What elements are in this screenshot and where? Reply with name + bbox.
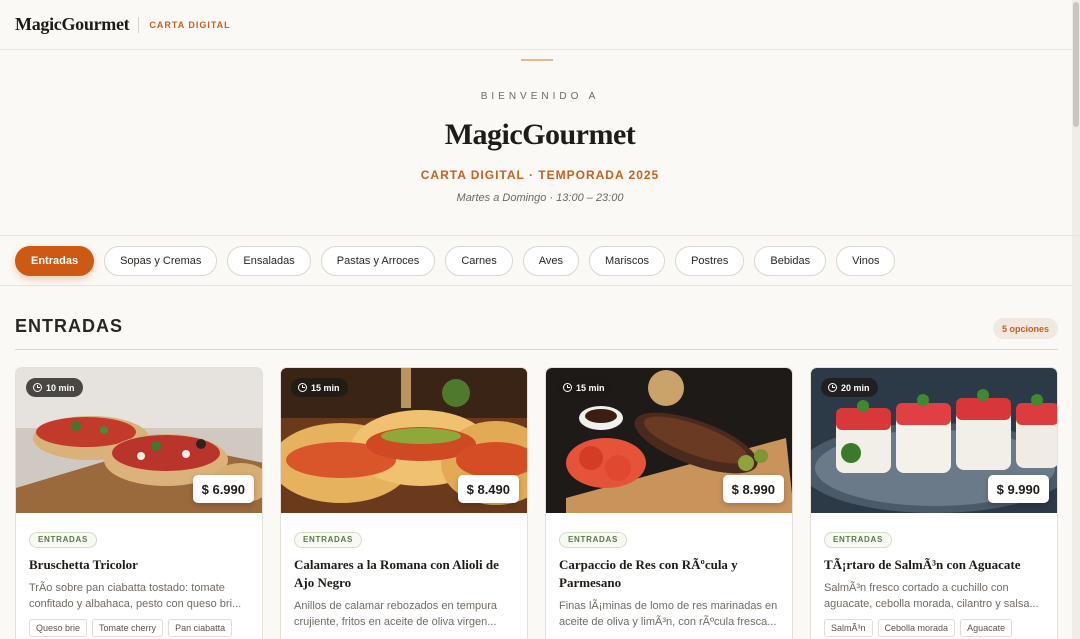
price-badge: $ 8.490 [457,475,519,503]
tab-pastas-y-arroces[interactable]: Pastas y Arroces [320,245,436,276]
hero-hours: Martes a Domingo · 13:00 – 23:00 [456,192,624,204]
prep-time-badge: 15 min [291,378,348,397]
clock-icon [298,383,307,392]
category-tag: ENTRADAS [29,532,98,548]
clock-icon [828,383,837,392]
section-title: ENTRADAS [15,316,124,336]
clock-icon [563,383,572,392]
dish-description: SalmÃ³n fresco cortado a cuchillo con ag… [824,582,1039,610]
prep-time: 15 min [576,382,605,393]
category-tag: ENTRADAS [824,532,893,548]
ingredient-chip: Tomate cherry [92,619,164,637]
dish-title: TÃ¡rtaro de SalmÃ³n con Aguacate [824,557,1021,572]
section-header: ENTRADAS 5 opciones [15,310,1058,350]
category-tag: ENTRADAS [294,532,363,548]
tab-bebidas[interactable]: Bebidas [754,245,827,276]
hero-accent-line [521,59,553,61]
brand-subtitle: CARTA DIGITAL [149,19,231,30]
brand-divider [138,16,140,33]
ingredient-chip: Aguacate [960,619,1013,637]
dish-description: Anillos de calamar rebozados en tempura … [294,600,498,628]
dish-grid: 10 min $ 6.990 ENTRADAS Bruschetta Trico… [15,367,1058,639]
dish-title: Bruschetta Tricolor [29,557,138,572]
hero: BIENVENIDO A MagicGourmet CARTA DIGITAL … [0,50,1080,236]
ingredient-chip: Cebolla morada [877,619,956,637]
prep-time: 20 min [841,382,870,393]
dish-card[interactable]: 10 min $ 6.990 ENTRADAS Bruschetta Trico… [15,367,263,639]
dish-card[interactable]: 15 min $ 8.490 ENTRADAS Calamares a la R… [280,367,528,639]
hero-title: MagicGourmet [444,118,636,151]
ingredient-chips: Queso brie Tomate cherry Pan ciabatta [29,619,249,637]
dish-description: Finas lÃ¡minas de lomo de res marinadas … [559,600,778,628]
tab-vinos[interactable]: Vinos [836,245,896,276]
price-badge: $ 6.990 [192,475,254,503]
price-badge: $ 9.990 [987,475,1049,503]
ingredient-chips: SalmÃ³n Cebolla morada Aguacate [824,619,1044,637]
tab-carnes[interactable]: Carnes [445,245,513,276]
tab-entradas[interactable]: Entradas [15,245,95,276]
tab-ensaladas[interactable]: Ensaladas [227,245,311,276]
dish-photo: 15 min $ 8.990 [546,368,792,513]
dish-title: Carpaccio de Res con RÃºcula y Parmesano [559,557,738,590]
dish-description: TrÃo sobre pan ciabatta tostado: tomate … [29,582,242,610]
ingredient-chip: SalmÃ³n [824,619,873,637]
brand-logo[interactable]: MagicGourmet [15,14,130,35]
ingredient-chip: Pan ciabatta [168,619,233,637]
hero-welcome: BIENVENIDO A [480,91,600,102]
tab-postres[interactable]: Postres [675,245,745,276]
prep-time-badge: 10 min [26,378,83,397]
dish-title: Calamares a la Romana con Alioli de Ajo … [294,557,499,590]
prep-time-badge: 15 min [556,378,613,397]
dish-card[interactable]: 15 min $ 8.990 ENTRADAS Carpaccio de Res… [545,367,793,639]
top-header: MagicGourmet CARTA DIGITAL [0,0,1080,50]
prep-time: 10 min [46,382,75,393]
tab-sopas-y-cremas[interactable]: Sopas y Cremas [104,245,218,276]
hero-subtitle: CARTA DIGITAL · TEMPORADA 2025 [420,168,660,182]
prep-time-badge: 20 min [821,378,878,397]
price-badge: $ 8.990 [722,475,784,503]
prep-time: 15 min [311,382,340,393]
category-tabs: Entradas Sopas y Cremas Ensaladas Pastas… [0,236,1080,286]
section-count-badge: 5 opciones [992,318,1058,339]
category-tag: ENTRADAS [559,532,628,548]
ingredient-chip: Queso brie [29,619,88,637]
tab-aves[interactable]: Aves [522,245,580,276]
dish-photo: 20 min $ 9.990 [811,368,1057,513]
clock-icon [33,383,42,392]
dish-photo: 10 min $ 6.990 [16,368,262,513]
tab-mariscos[interactable]: Mariscos [589,245,666,276]
dish-photo: 15 min $ 8.490 [281,368,527,513]
dish-card[interactable]: 20 min $ 9.990 ENTRADAS TÃ¡rtaro de Salm… [810,367,1058,639]
